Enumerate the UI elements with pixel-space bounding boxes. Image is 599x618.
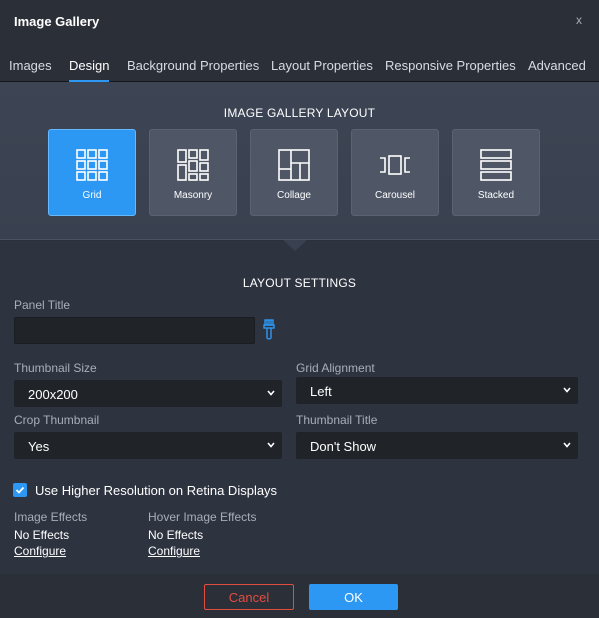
- grid-icon: [76, 149, 108, 181]
- window-title: Image Gallery: [14, 14, 100, 29]
- layout-settings-section: LAYOUT SETTINGS Panel Title Thumbnail Si…: [0, 241, 599, 574]
- collage-icon: [278, 149, 310, 181]
- retina-checkbox-label[interactable]: Use Higher Resolution on Retina Displays: [35, 483, 277, 498]
- chevron-down-icon: [267, 390, 275, 396]
- layout-option-masonry[interactable]: Masonry: [149, 129, 237, 216]
- hover-effects-configure-link[interactable]: Configure: [148, 544, 200, 558]
- paintbrush-icon[interactable]: [262, 319, 276, 344]
- ok-button[interactable]: OK: [309, 584, 398, 610]
- carousel-icon: [380, 155, 410, 175]
- layout-section: IMAGE GALLERY LAYOUT Grid Masonry Collag…: [0, 82, 599, 240]
- tab-images[interactable]: Images: [9, 58, 52, 73]
- cancel-button[interactable]: Cancel: [204, 584, 294, 610]
- tab-layout-properties[interactable]: Layout Properties: [271, 58, 373, 73]
- chevron-down-icon: [563, 442, 571, 448]
- layout-option-label: Collage: [277, 190, 311, 201]
- title-bar: Image Gallery x: [0, 0, 599, 44]
- retina-checkbox[interactable]: [13, 483, 27, 497]
- checkmark-icon: [15, 486, 25, 494]
- dialog-footer: Cancel OK: [0, 574, 599, 618]
- tab-design[interactable]: Design: [69, 58, 110, 82]
- thumbnail-title-label: Thumbnail Title: [296, 413, 378, 427]
- selection-pointer: [283, 240, 307, 251]
- crop-thumbnail-value: Yes: [28, 439, 50, 454]
- masonry-icon: [177, 149, 209, 181]
- image-effects-value: No Effects: [14, 528, 70, 542]
- layout-option-carousel[interactable]: Carousel: [351, 129, 439, 216]
- crop-thumbnail-select[interactable]: Yes: [14, 432, 282, 459]
- chevron-down-icon: [563, 387, 571, 393]
- layout-option-label: Masonry: [173, 190, 213, 201]
- layout-option-label: Carousel: [374, 190, 416, 201]
- image-effects-configure-link[interactable]: Configure: [14, 544, 66, 558]
- layout-option-grid[interactable]: Grid: [48, 129, 136, 216]
- panel-title-label: Panel Title: [14, 298, 71, 312]
- thumbnail-size-value: 200x200: [28, 387, 78, 402]
- thumbnail-title-select[interactable]: Don't Show: [296, 432, 578, 459]
- layout-section-title: IMAGE GALLERY LAYOUT: [223, 106, 376, 120]
- image-effects-label: Image Effects: [14, 510, 88, 524]
- layout-option-stacked[interactable]: Stacked: [452, 129, 540, 216]
- stacked-icon: [480, 149, 512, 181]
- layout-settings-title: LAYOUT SETTINGS: [242, 276, 357, 290]
- layout-option-label: Stacked: [477, 190, 515, 201]
- layout-option-label: Grid: [82, 190, 102, 201]
- crop-thumbnail-label: Crop Thumbnail: [14, 413, 100, 427]
- tab-advanced[interactable]: Advanced: [528, 58, 586, 73]
- panel-title-input[interactable]: [14, 317, 255, 344]
- grid-alignment-select[interactable]: Left: [296, 377, 578, 404]
- tab-responsive-properties[interactable]: Responsive Properties: [385, 58, 516, 73]
- thumbnail-title-value: Don't Show: [310, 439, 377, 454]
- hover-effects-value: No Effects: [148, 528, 204, 542]
- chevron-down-icon: [267, 442, 275, 448]
- hover-effects-label: Hover Image Effects: [148, 510, 257, 524]
- grid-alignment-value: Left: [310, 384, 332, 399]
- thumbnail-size-select[interactable]: 200x200: [14, 380, 282, 407]
- tab-background-properties[interactable]: Background Properties: [127, 58, 259, 73]
- close-button[interactable]: x: [576, 13, 582, 27]
- layout-option-collage[interactable]: Collage: [250, 129, 338, 216]
- thumbnail-size-label: Thumbnail Size: [14, 361, 97, 375]
- grid-alignment-label: Grid Alignment: [296, 361, 375, 375]
- tab-bar: Images Design Background Properties Layo…: [0, 44, 599, 82]
